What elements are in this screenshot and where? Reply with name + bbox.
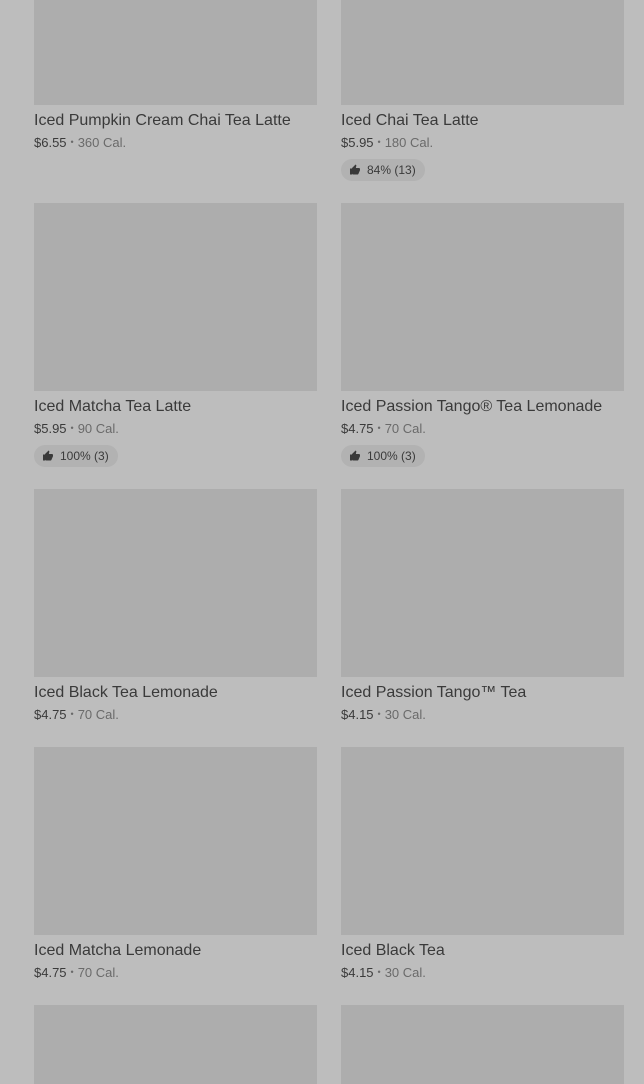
product-meta: $5.95 • 90 Cal.	[34, 419, 317, 438]
rating-badge[interactable]: 84% (13)	[341, 159, 425, 181]
product-name[interactable]: Iced Pumpkin Cream Chai Tea Latte	[34, 110, 317, 132]
product-image[interactable]	[34, 747, 317, 935]
thumbs-up-icon	[43, 450, 53, 461]
product-image[interactable]	[341, 0, 624, 105]
product-price: $6.55	[34, 135, 67, 150]
separator-dot: •	[70, 423, 74, 433]
product-price: $5.95	[34, 421, 67, 436]
product-card[interactable]: Iced Chai Tea Latte $5.95 • 180 Cal. 84% (…	[341, 0, 624, 181]
product-price: $4.75	[34, 707, 67, 722]
product-card[interactable]: Iced Passion Tango® Tea Lemonade $4.75 • 7…	[341, 203, 624, 467]
product-calories: 90 Cal.	[77, 421, 119, 436]
product-meta: $5.95 • 180 Cal.	[341, 133, 624, 152]
product-name[interactable]: Iced Black Tea	[341, 940, 624, 962]
product-name[interactable]: Iced Passion Tango® Tea Lemonade	[341, 396, 624, 418]
product-calories: 70 Cal.	[77, 965, 119, 980]
rating-badge[interactable]: 100% (3)	[341, 445, 425, 467]
rating-text: 100% (3)	[367, 449, 416, 463]
separator-dot: •	[377, 137, 381, 147]
product-image[interactable]	[341, 1005, 624, 1084]
product-image[interactable]	[341, 203, 624, 391]
product-price: $4.75	[34, 965, 67, 980]
separator-dot: •	[377, 709, 381, 719]
product-calories: 30 Cal.	[384, 965, 426, 980]
product-meta: $4.15 • 30 Cal.	[341, 963, 624, 982]
product-price: $4.15	[341, 707, 374, 722]
product-calories: 180 Cal.	[384, 135, 434, 150]
product-card[interactable]	[341, 1005, 624, 1084]
product-name[interactable]: Iced Chai Tea Latte	[341, 110, 624, 132]
separator-dot: •	[377, 423, 381, 433]
thumbs-up-icon	[350, 164, 360, 175]
product-name[interactable]: Iced Matcha Lemonade	[34, 940, 317, 962]
rating-text: 100% (3)	[60, 449, 109, 463]
thumbs-up-icon	[350, 450, 360, 461]
product-card[interactable]	[34, 1005, 317, 1084]
separator-dot: •	[70, 967, 74, 977]
rating-badge[interactable]: 100% (3)	[34, 445, 118, 467]
product-calories: 70 Cal.	[384, 421, 426, 436]
separator-dot: •	[70, 709, 74, 719]
product-calories: 360 Cal.	[77, 135, 127, 150]
product-calories: 30 Cal.	[384, 707, 426, 722]
product-meta: $4.75 • 70 Cal.	[34, 963, 317, 982]
product-name[interactable]: Iced Black Tea Lemonade	[34, 682, 317, 704]
rating-text: 84% (13)	[367, 163, 416, 177]
product-image[interactable]	[341, 489, 624, 677]
product-price: $5.95	[341, 135, 374, 150]
product-name[interactable]: Iced Matcha Tea Latte	[34, 396, 317, 418]
product-card[interactable]: Iced Passion Tango™ Tea $4.15 • 30 Cal.	[341, 489, 624, 724]
product-card[interactable]: Iced Matcha Tea Latte $5.95 • 90 Cal. 100%…	[34, 203, 317, 467]
product-card[interactable]: Iced Pumpkin Cream Chai Tea Latte $6.55 •…	[34, 0, 317, 152]
product-image[interactable]	[34, 203, 317, 391]
product-price: $4.15	[341, 965, 374, 980]
product-image[interactable]	[34, 0, 317, 105]
product-image[interactable]	[34, 1005, 317, 1084]
product-price: $4.75	[341, 421, 374, 436]
product-meta: $4.15 • 30 Cal.	[341, 705, 624, 724]
separator-dot: •	[377, 967, 381, 977]
product-image[interactable]	[34, 489, 317, 677]
product-card[interactable]: Iced Black Tea Lemonade $4.75 • 70 Cal.	[34, 489, 317, 724]
product-name[interactable]: Iced Passion Tango™ Tea	[341, 682, 624, 704]
product-calories: 70 Cal.	[77, 707, 119, 722]
product-meta: $4.75 • 70 Cal.	[341, 419, 624, 438]
product-meta: $6.55 • 360 Cal.	[34, 133, 317, 152]
product-card[interactable]: Iced Matcha Lemonade $4.75 • 70 Cal.	[34, 747, 317, 982]
product-meta: $4.75 • 70 Cal.	[34, 705, 317, 724]
product-image[interactable]	[341, 747, 624, 935]
product-card[interactable]: Iced Black Tea $4.15 • 30 Cal.	[341, 747, 624, 982]
separator-dot: •	[70, 137, 74, 147]
